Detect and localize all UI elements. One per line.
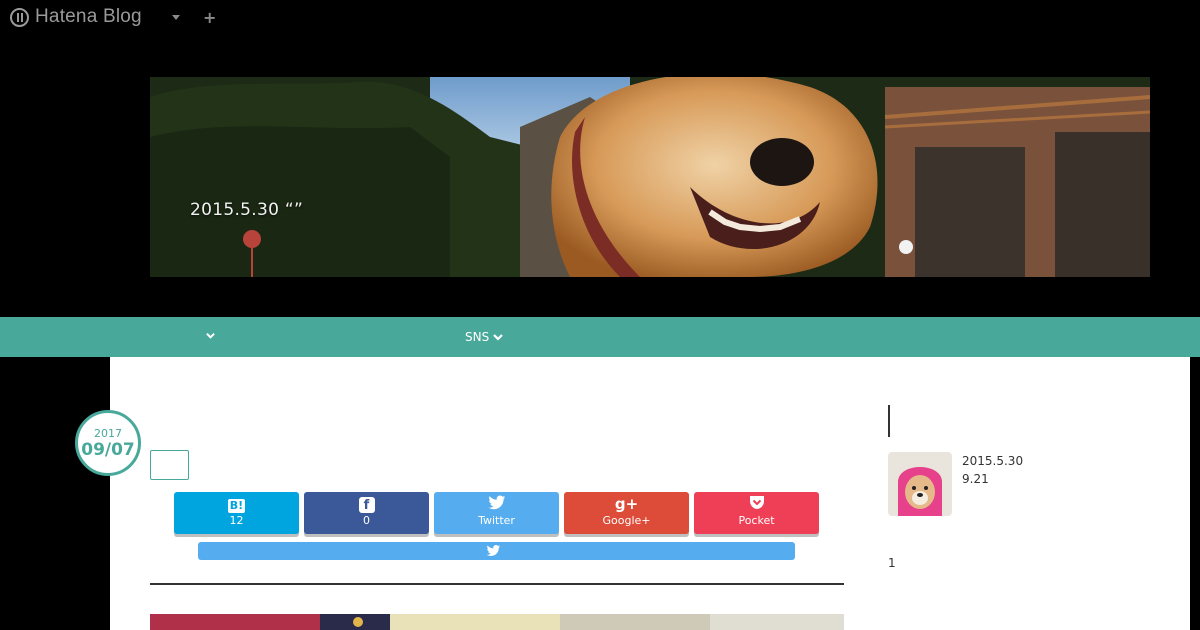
pocket-label: Pocket	[738, 514, 775, 527]
twitter-follow-button[interactable]	[198, 542, 795, 560]
facebook-count: 0	[363, 514, 370, 527]
hatena-bookmark-share-button[interactable]: B! 12	[174, 492, 299, 534]
sidebar-entry-subtitle[interactable]: 9.21	[962, 472, 989, 486]
facebook-share-button[interactable]: f 0	[304, 492, 429, 534]
sidebar-entry-title[interactable]: 2015.5.30	[962, 454, 1023, 468]
post-photo	[150, 614, 844, 630]
nav-item-sns[interactable]: SNS	[465, 330, 503, 344]
plus-icon[interactable]: +	[203, 8, 216, 27]
sidebar-entry-thumbnail[interactable]	[888, 452, 952, 516]
post-image[interactable]	[150, 614, 844, 630]
twitter-share-button[interactable]: Twitter	[434, 492, 559, 534]
category-tag[interactable]	[150, 450, 189, 480]
blog-header[interactable]: 2015.5.30 “”	[150, 77, 1150, 277]
category-nav-bar: SNS	[0, 317, 1200, 357]
post-date-badge: 2017 09/07	[75, 410, 141, 476]
google-plus-label: Google+	[602, 514, 651, 527]
post-date-monthday: 09/07	[81, 440, 135, 460]
pocket-share-button[interactable]: Pocket	[694, 492, 819, 534]
top-bar: Hatena Blog +	[0, 0, 1200, 36]
caret-down-icon[interactable]	[172, 15, 180, 20]
hatena-logo-icon	[10, 7, 29, 27]
chevron-down-icon[interactable]	[206, 331, 215, 340]
nav-item-sns-label: SNS	[465, 330, 490, 344]
hatena-bookmark-icon: B!	[227, 499, 246, 513]
facebook-icon: f	[304, 492, 429, 514]
google-plus-share-button[interactable]: g+ Google+	[564, 492, 689, 534]
chevron-down-icon	[493, 334, 503, 341]
sidebar-heading-mark	[888, 405, 890, 437]
google-plus-icon: g+	[614, 495, 639, 513]
sidebar-count: 1	[888, 556, 896, 570]
hatena-bookmark-count: 12	[229, 514, 244, 527]
shiba-inu-thumbnail	[888, 452, 952, 516]
section-divider	[150, 583, 844, 585]
header-title[interactable]: 2015.5.30 “”	[190, 200, 303, 220]
post-date-year: 2017	[94, 427, 122, 440]
shiba-inu-header-photo	[150, 77, 1150, 277]
logo-text: Hatena Blog	[35, 6, 142, 27]
twitter-icon	[434, 492, 559, 514]
twitter-label: Twitter	[478, 514, 515, 527]
twitter-icon	[486, 545, 501, 556]
hatena-blog-logo[interactable]: Hatena Blog	[10, 6, 142, 28]
pocket-icon	[694, 492, 819, 514]
